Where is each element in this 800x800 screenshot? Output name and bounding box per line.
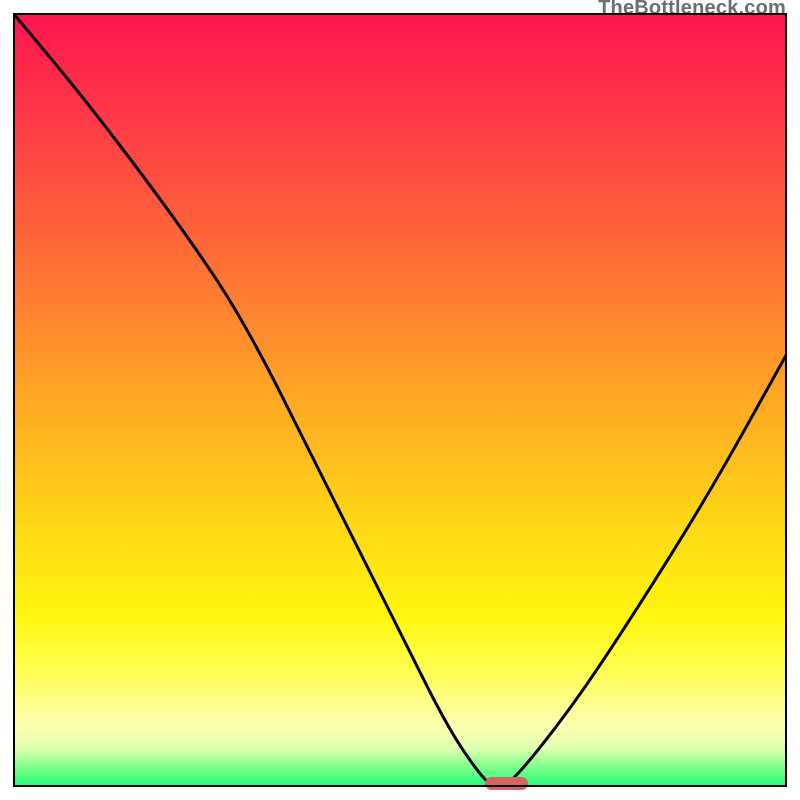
- optimal-range-marker: [485, 777, 528, 790]
- bottleneck-curve-path: [13, 13, 787, 787]
- bottleneck-curve-svg: [13, 13, 787, 787]
- chart-stage: TheBottleneck.com: [0, 0, 800, 800]
- plot-area: [13, 13, 787, 787]
